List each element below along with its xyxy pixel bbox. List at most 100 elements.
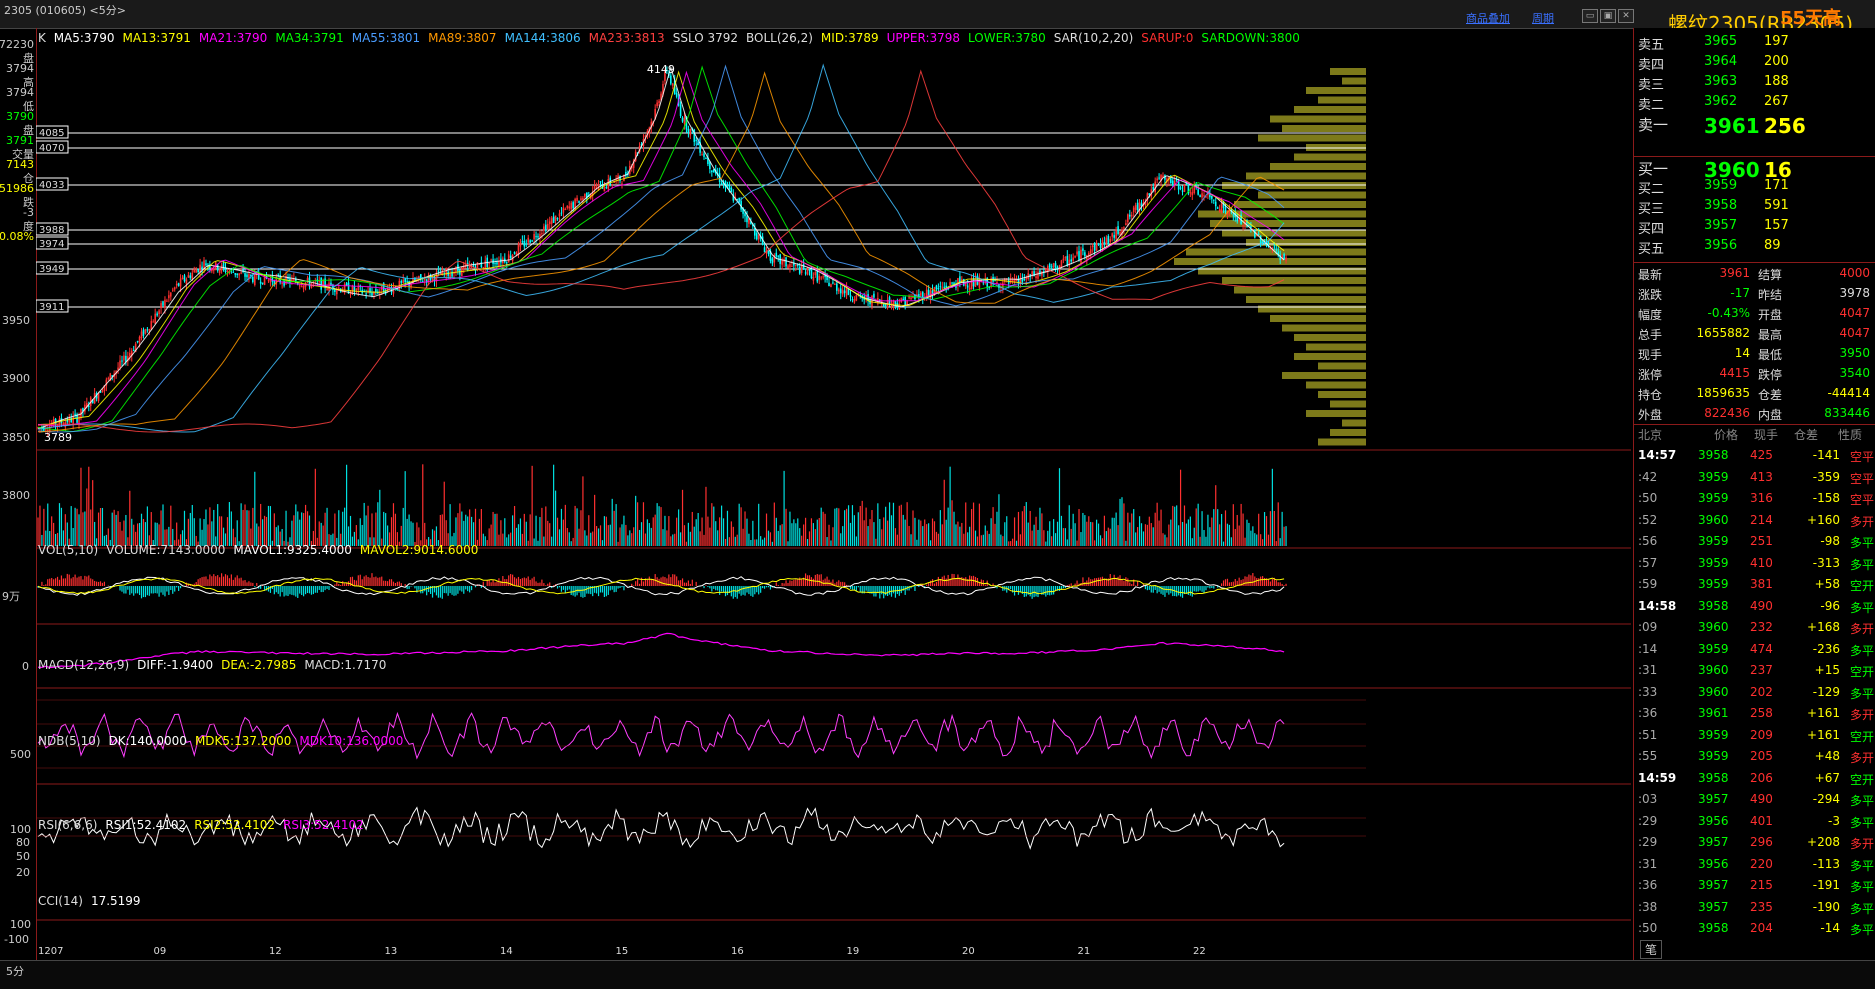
volume-bar	[905, 520, 906, 546]
tab-trades[interactable]: 笔	[1640, 940, 1662, 959]
candle-body	[611, 184, 613, 185]
trade-row[interactable]: :523960214+160多开	[1634, 513, 1875, 531]
x-axis-label: 14	[500, 946, 513, 957]
macd-bar	[969, 576, 970, 586]
volume-bar	[1283, 527, 1284, 546]
link-overlay-product[interactable]: 商品叠加	[1466, 10, 1510, 26]
ask-label: 卖一	[1638, 114, 1668, 135]
candle-body	[236, 273, 238, 275]
candle-body	[949, 282, 951, 285]
macd-bar	[858, 586, 859, 587]
trade-row[interactable]: 14:573958425-141空平	[1634, 448, 1875, 466]
trade-row[interactable]: :513959209+161空开	[1634, 728, 1875, 746]
volume-bar	[688, 523, 689, 546]
candle-body	[873, 294, 875, 298]
volume-bar	[475, 509, 476, 546]
trade-time: :29	[1638, 814, 1657, 828]
macd-bar	[442, 586, 443, 599]
volume-bar	[1260, 534, 1261, 546]
trade-volume: 220	[1750, 857, 1773, 871]
trade-row[interactable]: :033957490-294多平	[1634, 792, 1875, 810]
trade-row[interactable]: :313956220-113多平	[1634, 857, 1875, 875]
trade-row[interactable]: :333960202-129多平	[1634, 685, 1875, 703]
volume-profile-bar	[1306, 382, 1366, 389]
trade-row[interactable]: :503958204-14多平	[1634, 921, 1875, 939]
candle-body	[791, 266, 793, 267]
macd-bar	[139, 586, 140, 595]
trade-row[interactable]: :503959316-158空平	[1634, 491, 1875, 509]
macd-bar	[131, 586, 132, 593]
trade-row[interactable]: :383957235-190多平	[1634, 900, 1875, 918]
macd-bar	[557, 586, 558, 589]
macd-bar	[955, 578, 956, 586]
trade-row[interactable]: :143959474-236多平	[1634, 642, 1875, 660]
trade-oi-change: -98	[1820, 534, 1840, 548]
volume-bar	[533, 538, 534, 546]
volume-bar	[666, 530, 667, 546]
trade-row[interactable]: :363957215-191多平	[1634, 878, 1875, 896]
macd-bar	[821, 574, 822, 586]
trade-oi-change: +161	[1807, 728, 1840, 742]
trade-row[interactable]: :313960237+15空开	[1634, 663, 1875, 681]
chart-area[interactable]: 4085407040333988397439493911414937891207…	[36, 28, 1631, 960]
trade-volume: 474	[1750, 642, 1773, 656]
macd-bar	[1145, 586, 1146, 589]
volume-bar	[832, 527, 833, 546]
macd-bar	[778, 585, 779, 586]
volume-bar	[459, 503, 460, 546]
volume-bar	[241, 503, 242, 546]
macd-bar	[203, 577, 204, 586]
volume-bar	[887, 521, 888, 546]
trade-row[interactable]: :093960232+168多开	[1634, 620, 1875, 638]
candle-body	[252, 277, 254, 282]
macd-bar	[276, 586, 277, 592]
trade-row[interactable]: :423959413-359空平	[1634, 470, 1875, 488]
stat-label: 最新	[1638, 266, 1662, 283]
volume-profile-bar	[1246, 173, 1366, 180]
window-close-icon[interactable]: ✕	[1618, 9, 1634, 23]
stat-label: 跌停	[1758, 366, 1782, 383]
macd-bar	[170, 586, 171, 590]
indicator-value: DEA:-2.7985	[221, 658, 296, 672]
macd-bar	[323, 586, 324, 592]
macd-bar	[168, 586, 169, 595]
candle-body	[871, 296, 873, 307]
macd-bar	[1018, 586, 1019, 595]
candle-body	[1190, 192, 1192, 193]
volume-bar	[1116, 513, 1117, 546]
candle-body	[510, 256, 512, 258]
trade-row[interactable]: :363961258+161多开	[1634, 706, 1875, 724]
trade-row[interactable]: :593959381+58空开	[1634, 577, 1875, 595]
volume-bar	[951, 500, 952, 546]
window-restore-icon[interactable]: ▣	[1600, 9, 1616, 23]
volume-bar	[561, 509, 562, 546]
volume-bar	[1108, 528, 1109, 546]
volume-profile-bar	[1318, 97, 1366, 104]
macd-bar	[207, 579, 208, 586]
macd-bar	[797, 579, 798, 586]
candle-body	[900, 298, 902, 302]
trade-row[interactable]: 14:593958206+67空开	[1634, 771, 1875, 789]
trade-row[interactable]: :553959205+48多开	[1634, 749, 1875, 767]
trade-row[interactable]: :573959410-313多平	[1634, 556, 1875, 574]
volume-bar	[539, 517, 540, 546]
volume-bar	[385, 513, 386, 546]
trade-row[interactable]: :563959251-98多平	[1634, 534, 1875, 552]
trade-row[interactable]: :293956401-3多平	[1634, 814, 1875, 832]
candle-body	[846, 287, 848, 295]
candle-body	[1102, 240, 1104, 248]
trade-row[interactable]: 14:583958490-96多平	[1634, 599, 1875, 617]
macd-bar	[1213, 586, 1214, 589]
macd-bar	[1084, 582, 1085, 586]
candle-body	[1096, 243, 1098, 251]
volume-bar	[813, 523, 814, 546]
indicator-value: MA89:3807	[428, 31, 496, 45]
trade-row[interactable]: :293957296+208多开	[1634, 835, 1875, 853]
volume-bar	[869, 519, 870, 546]
volume-bar	[1155, 513, 1156, 546]
volume-bar	[301, 512, 302, 546]
candle-body	[1012, 280, 1014, 281]
link-period[interactable]: 周期	[1532, 10, 1554, 26]
trade-price: 3957	[1698, 878, 1729, 892]
window-minimize-icon[interactable]: ▭	[1582, 9, 1598, 23]
